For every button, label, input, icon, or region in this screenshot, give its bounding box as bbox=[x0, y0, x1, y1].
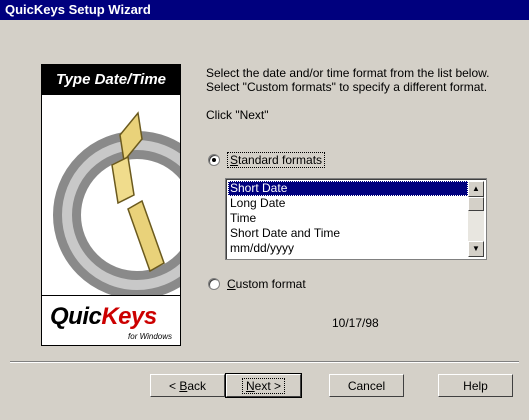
instruction-line-2: Select "Custom formats" to specify a dif… bbox=[206, 80, 488, 94]
scroll-thumb[interactable] bbox=[468, 197, 484, 211]
wizard-body: Type Date/Time QuicKeys for Windows Sele… bbox=[0, 20, 529, 420]
cancel-button[interactable]: Cancel bbox=[329, 374, 404, 397]
custom-format-option[interactable]: Custom format bbox=[208, 277, 306, 291]
click-next-hint: Click "Next" bbox=[206, 108, 269, 122]
format-listbox[interactable]: Short Date Long Date Time Short Date and… bbox=[225, 178, 487, 260]
logo-subtitle: for Windows bbox=[128, 332, 172, 341]
key-shape-middle bbox=[111, 155, 135, 205]
instruction-line-1: Select the date and/or time format from … bbox=[206, 66, 490, 80]
standard-formats-label[interactable]: Standard formats bbox=[227, 152, 326, 168]
instructions: Select the date and/or time format from … bbox=[206, 66, 516, 94]
scroll-down-arrow-icon[interactable]: ▼ bbox=[468, 241, 484, 257]
format-list-items: Short Date Long Date Time Short Date and… bbox=[228, 181, 468, 256]
window-title: QuicKeys Setup Wizard bbox=[0, 0, 529, 20]
button-separator bbox=[10, 361, 519, 363]
wizard-graphic-panel: Type Date/Time QuicKeys for Windows bbox=[41, 64, 181, 346]
back-button[interactable]: < Back bbox=[150, 374, 225, 397]
list-item[interactable]: Time bbox=[228, 211, 468, 226]
list-item[interactable]: mm/dd/yyyy bbox=[228, 241, 468, 256]
custom-format-radio[interactable] bbox=[208, 278, 220, 290]
next-button[interactable]: Next > bbox=[225, 373, 302, 398]
panel-header: Type Date/Time bbox=[42, 65, 180, 95]
quickeys-logo: QuicKeys bbox=[50, 303, 157, 330]
scroll-up-arrow-icon[interactable]: ▲ bbox=[468, 181, 484, 197]
standard-formats-radio[interactable] bbox=[208, 154, 220, 166]
help-button[interactable]: Help bbox=[438, 374, 513, 397]
custom-format-label[interactable]: Custom format bbox=[227, 277, 306, 291]
panel-footer: QuicKeys for Windows bbox=[42, 295, 180, 345]
list-item[interactable]: Long Date bbox=[228, 196, 468, 211]
quickeys-artwork bbox=[53, 111, 180, 295]
key-shape-bottom bbox=[127, 199, 165, 273]
date-preview: 10/17/98 bbox=[332, 316, 379, 330]
list-item[interactable]: Short Date bbox=[228, 181, 468, 196]
list-item[interactable]: Short Date and Time bbox=[228, 226, 468, 241]
standard-formats-option[interactable]: Standard formats bbox=[208, 152, 326, 168]
list-scrollbar[interactable]: ▲ ▼ bbox=[468, 181, 484, 257]
